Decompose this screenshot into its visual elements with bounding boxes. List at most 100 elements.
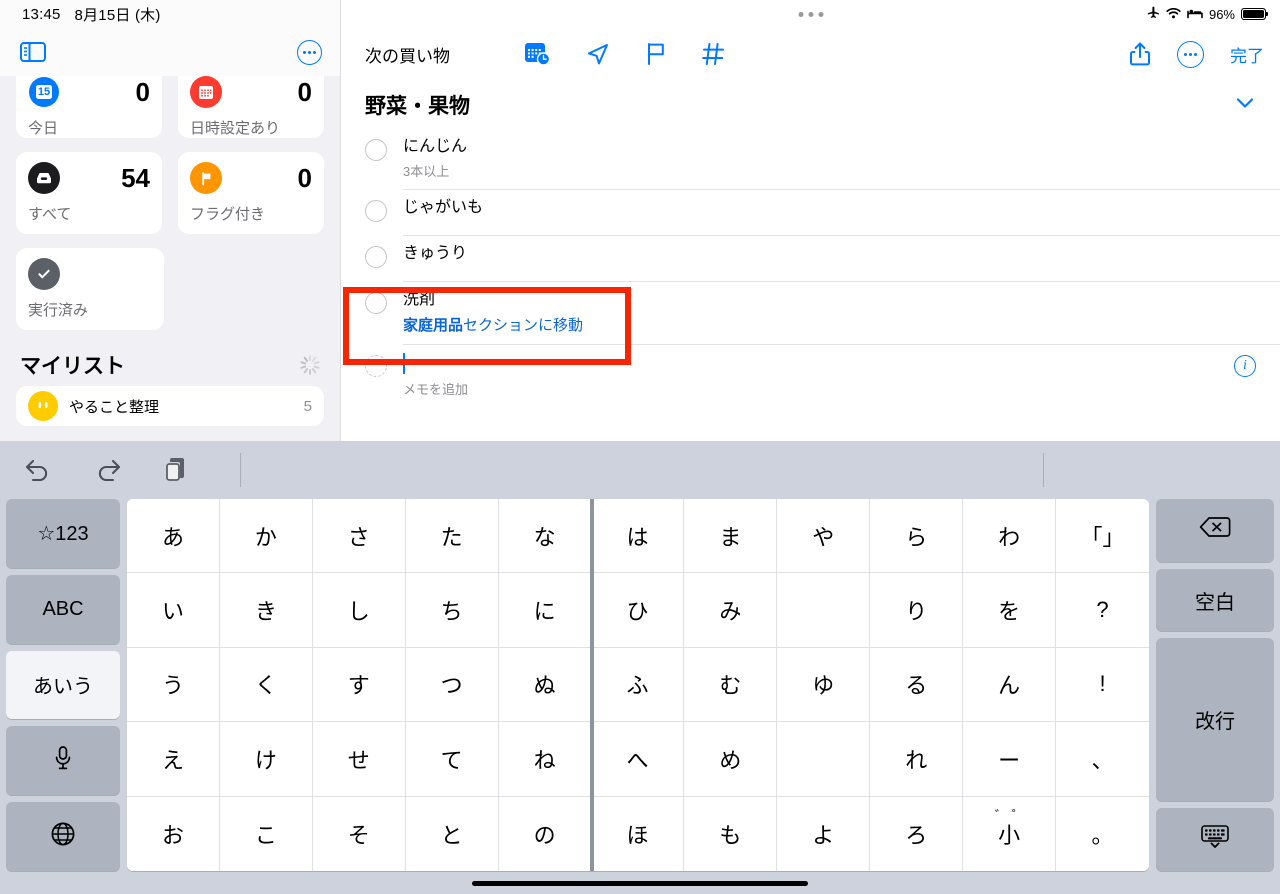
smart-list-card-today[interactable]: 15 0 今日 (16, 76, 162, 138)
kana-key-か[interactable]: か (219, 499, 313, 574)
kana-key-![interactable]: ! (1056, 647, 1149, 723)
kana-key-ん[interactable]: ん (963, 647, 1057, 723)
kana-key-ぬ[interactable]: ぬ (498, 647, 592, 723)
checkbox-circle-icon[interactable] (365, 199, 387, 222)
kana-key-へ[interactable]: へ (591, 722, 685, 797)
smart-list-card-flagged[interactable]: 0 フラグ付き (178, 152, 324, 234)
chevron-down-icon[interactable] (1236, 96, 1254, 114)
kana-key-た[interactable]: た (405, 499, 499, 574)
list-item[interactable]: やること整理 5 (16, 386, 324, 426)
kana-key-け[interactable]: け (219, 722, 313, 797)
key-hide-keyboard[interactable] (1156, 808, 1274, 871)
key-symbols-123[interactable]: ☆123 (6, 499, 120, 568)
kana-key-し[interactable]: し (312, 573, 406, 648)
kana-key-ね[interactable]: ね (498, 722, 592, 797)
add-location-icon[interactable] (585, 41, 611, 67)
kana-key-こ[interactable]: こ (219, 796, 313, 871)
kana-key-つ[interactable]: つ (405, 647, 499, 723)
key-return[interactable]: 改行 (1156, 638, 1274, 802)
kana-key-す[interactable]: す (312, 647, 406, 723)
kana-key-や[interactable]: や (777, 499, 871, 574)
key-dictation-mic[interactable] (6, 726, 120, 796)
kana-key-よ[interactable]: よ (777, 796, 871, 871)
new-reminder-input[interactable] (403, 352, 405, 374)
paste-icon[interactable] (162, 456, 192, 484)
kana-key-そ[interactable]: そ (312, 796, 406, 871)
kana-key-の[interactable]: の (498, 796, 592, 871)
kana-key-?[interactable]: ? (1056, 573, 1149, 648)
reminder-item[interactable]: きゅうり (341, 234, 1280, 281)
kana-key-と[interactable]: と (405, 796, 499, 871)
my-lists-header: マイリスト (16, 344, 324, 386)
detail-more-ellipsis-icon[interactable] (1177, 40, 1204, 68)
kana-key-「」[interactable]: 「」 (1056, 499, 1149, 574)
kana-key-れ[interactable]: れ (870, 722, 964, 797)
kana-key-を[interactable]: を (963, 573, 1057, 648)
sidebar-toggle-icon[interactable] (20, 42, 46, 62)
smart-list-card-all[interactable]: 54 すべて (16, 152, 162, 234)
kana-key-む[interactable]: む (684, 647, 778, 723)
kana-key-せ[interactable]: せ (312, 722, 406, 797)
reminder-item[interactable]: にんじん 3本以上 (341, 128, 1280, 189)
add-tag-icon[interactable] (701, 41, 726, 67)
key-space[interactable]: 空白 (1156, 568, 1274, 632)
kana-key-き[interactable]: き (219, 573, 313, 648)
kana-key-ま[interactable]: ま (684, 499, 778, 574)
add-flag-icon[interactable] (645, 41, 667, 67)
done-button[interactable]: 完了 (1230, 42, 1264, 67)
kana-key-み[interactable]: み (684, 573, 778, 648)
undo-icon[interactable] (22, 457, 54, 483)
key-aiu[interactable]: あいう (6, 650, 120, 720)
window-grabber-icon[interactable] (798, 11, 823, 17)
sidebar-content[interactable]: 15 0 今日 0 日時設定あり 54 すべて 0 フラグ付き 実行済み マイリ… (0, 76, 340, 426)
kana-key-ひ[interactable]: ひ (591, 573, 685, 648)
checkbox-circle-icon[interactable] (365, 139, 387, 161)
kana-key-て[interactable]: て (405, 722, 499, 797)
smart-list-card-scheduled[interactable]: 0 日時設定あり (178, 76, 324, 138)
kana-key-grid[interactable]: あかさたなはまやらわ「」いきしちにひみ りを? うくすつぬふむゆるん! えけせてねへめ… (127, 499, 1149, 871)
add-date-time-icon[interactable] (524, 41, 551, 67)
info-circle-icon[interactable]: i (1234, 354, 1256, 377)
kana-key-い[interactable]: い (127, 573, 220, 648)
share-icon[interactable] (1129, 41, 1151, 67)
kana-key-ほ[interactable]: ほ (591, 796, 685, 871)
kana-key-え[interactable]: え (127, 722, 220, 797)
kana-key-ゆ[interactable]: ゆ (777, 647, 871, 723)
checkbox-circle-icon[interactable] (365, 245, 387, 268)
reminder-item[interactable]: じゃがいも (341, 188, 1280, 235)
sidebar-more-ellipsis-icon[interactable] (297, 39, 322, 65)
kana-key-る[interactable]: る (870, 647, 964, 723)
kana-key-ち[interactable]: ち (405, 573, 499, 648)
kana-key-も[interactable]: も (684, 796, 778, 871)
redo-icon[interactable] (92, 457, 124, 483)
kana-key-。[interactable]: 。 (1056, 796, 1149, 871)
kana-key-り[interactable]: り (870, 573, 964, 648)
kana-key-お[interactable]: お (127, 796, 220, 871)
kana-key-ふ[interactable]: ふ (591, 647, 685, 723)
kana-key-な[interactable]: な (498, 499, 592, 574)
kana-key-に[interactable]: に (498, 573, 592, 648)
key-globe[interactable] (6, 802, 120, 871)
kana-key-う[interactable]: う (127, 647, 220, 723)
flag-icon (190, 162, 222, 194)
key-delete[interactable] (1156, 499, 1274, 562)
kana-key-小[interactable]: ゛゜小 (963, 796, 1057, 871)
checkbox-circle-icon[interactable] (365, 291, 387, 314)
kana-key-、[interactable]: 、 (1056, 722, 1149, 797)
section-move-hint: 家庭用品セクションに移動 (403, 314, 583, 335)
kana-key-ら[interactable]: ら (870, 499, 964, 574)
kana-key-わ[interactable]: わ (963, 499, 1057, 574)
kana-key-さ[interactable]: さ (312, 499, 406, 574)
kana-key-あ[interactable]: あ (127, 499, 220, 574)
new-reminder-item[interactable]: メモを追加 i (341, 343, 1280, 408)
smart-list-card-completed[interactable]: 実行済み (16, 248, 164, 330)
kana-key-ろ[interactable]: ろ (870, 796, 964, 871)
kana-key-め[interactable]: め (684, 722, 778, 797)
kana-key-ー[interactable]: ー (963, 722, 1057, 797)
checkbox-circle-dashed-icon[interactable] (365, 354, 387, 377)
kana-key-く[interactable]: く (219, 647, 313, 723)
add-note-placeholder[interactable]: メモを追加 (403, 379, 468, 398)
reminder-item-highlighted[interactable]: 洗剤 家庭用品セクションに移動 (341, 280, 1280, 344)
kana-key-は[interactable]: は (591, 499, 685, 574)
key-abc[interactable]: ABC (6, 574, 120, 644)
